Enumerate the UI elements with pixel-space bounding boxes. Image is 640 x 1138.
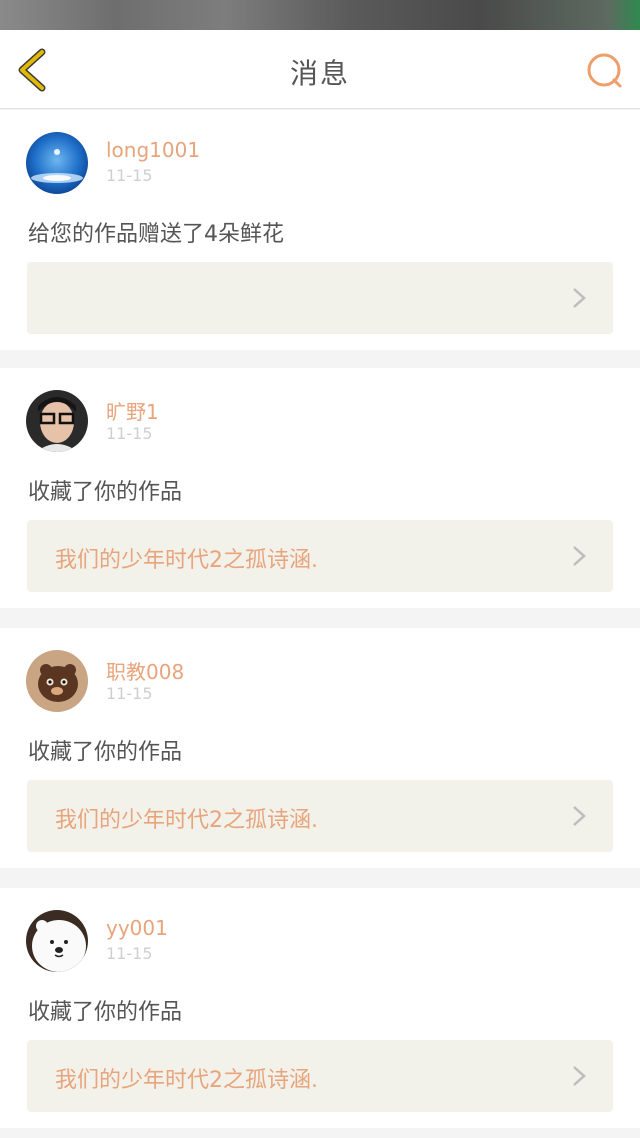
work-title: 我们的少年时代2之孤诗涵. [55,1068,318,1093]
chevron-right-icon [573,1066,586,1086]
status-bar [0,0,640,30]
message-card: 旷野1 11-15 收藏了你的作品 我们的少年时代2之孤诗涵. [0,368,640,608]
username[interactable]: yy001 [106,916,168,940]
avatar[interactable] [26,390,88,452]
message-date: 11-15 [106,166,153,185]
chevron-right-icon [573,288,586,308]
page-title: 消息 [289,57,350,90]
message-card: yy001 11-15 收藏了你的作品 我们的少年时代2之孤诗涵. [0,888,640,1128]
header-bar: 消息 [0,30,640,109]
message-text: 收藏了你的作品 [28,740,183,765]
search-icon [587,53,622,88]
avatar[interactable] [26,650,88,712]
username[interactable]: 旷野1 [106,396,159,425]
message-date: 11-15 [106,684,153,703]
username[interactable]: long1001 [106,138,200,162]
search-button[interactable] [584,50,626,92]
work-link[interactable] [27,262,613,334]
username[interactable]: 职教008 [106,656,184,685]
work-link[interactable]: 我们的少年时代2之孤诗涵. [27,1040,613,1112]
message-card: 职教008 11-15 收藏了你的作品 我们的少年时代2之孤诗涵. [0,628,640,868]
chevron-right-icon [573,546,586,566]
work-link[interactable]: 我们的少年时代2之孤诗涵. [27,780,613,852]
message-text: 收藏了你的作品 [28,480,183,505]
work-title: 我们的少年时代2之孤诗涵. [55,808,318,833]
message-text: 给您的作品赠送了4朵鲜花 [28,222,284,247]
message-text: 收藏了你的作品 [28,1000,183,1025]
message-card: long1001 11-15 给您的作品赠送了4朵鲜花 [0,110,640,350]
work-title: 我们的少年时代2之孤诗涵. [55,548,318,573]
message-date: 11-15 [106,424,153,443]
work-link[interactable]: 我们的少年时代2之孤诗涵. [27,520,613,592]
avatar[interactable] [26,910,88,972]
message-date: 11-15 [106,944,153,963]
avatar[interactable] [26,132,88,194]
chevron-right-icon [573,806,586,826]
